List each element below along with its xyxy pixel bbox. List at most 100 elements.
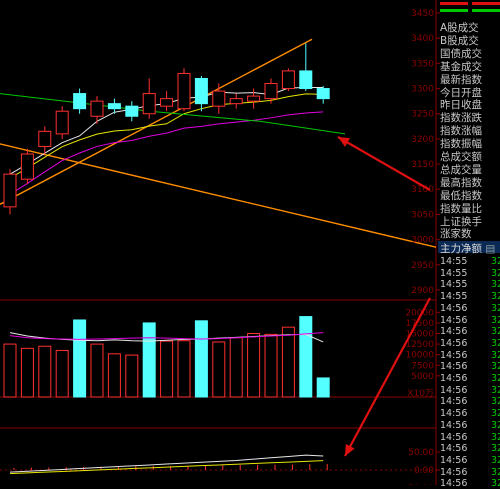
volume-bar-down xyxy=(194,320,208,398)
tick-value: 32 xyxy=(491,314,500,326)
status-bar-green-left xyxy=(440,9,468,12)
candle-up xyxy=(160,98,174,107)
kline-chart-canvas[interactable]: 3450340033503300325032003150310030503000… xyxy=(0,0,500,485)
tick-value: 32 xyxy=(491,384,500,396)
candle-down xyxy=(194,77,208,105)
candle-up xyxy=(264,83,278,100)
tick-value: 32 xyxy=(491,466,500,478)
price-tick-label: 3450 xyxy=(411,9,434,19)
volume-bar-up xyxy=(229,337,243,398)
candle-up xyxy=(247,95,261,102)
tick-value: 32 xyxy=(491,302,500,314)
tick-time: 14:55 xyxy=(440,279,468,291)
tick-value: 32 xyxy=(491,337,500,349)
volume-tick-label: 7500 xyxy=(411,361,434,371)
volume-bar-up xyxy=(107,353,121,398)
volume-bar-up xyxy=(177,340,191,398)
volume-bar-up xyxy=(38,345,52,398)
price-tick-label: 3000 xyxy=(411,236,434,246)
volume-bar-up xyxy=(20,347,34,398)
sidebar-item: 涨家数 xyxy=(440,228,472,241)
tick-value: 32 xyxy=(491,431,500,443)
tick-time: 14:56 xyxy=(440,478,468,489)
volume-bar-up xyxy=(55,349,69,398)
tick-value: 32 xyxy=(491,326,500,338)
tick-time: 14:56 xyxy=(440,408,468,420)
tick-time: 14:56 xyxy=(440,314,468,326)
candle-up xyxy=(20,153,34,180)
macd-dea-line xyxy=(9,460,324,475)
tick-time: 14:56 xyxy=(440,396,468,408)
volume-bar-down xyxy=(73,319,87,398)
volume-bar-down xyxy=(316,377,330,398)
volume-tick-label: 17500 xyxy=(405,319,434,329)
tick-time: 14:56 xyxy=(440,431,468,443)
tick-time: 14:56 xyxy=(440,361,468,373)
volume-bar-up xyxy=(90,343,104,398)
volume-bar-up xyxy=(160,340,174,398)
price-tick-label: 2900 xyxy=(411,286,434,296)
menu-icon: ▤ xyxy=(485,243,496,255)
volume-bars xyxy=(3,316,330,398)
tick-value: 32 xyxy=(491,256,500,267)
tick-time: 14:56 xyxy=(440,443,468,455)
tick-value: 32 xyxy=(491,349,500,361)
candle-down xyxy=(107,103,121,110)
volume-unit-label: X10万 xyxy=(407,389,434,399)
tick-time: 14:55 xyxy=(440,256,468,267)
price-tick-label: 3150 xyxy=(411,160,434,170)
tick-value: 32 xyxy=(491,419,500,431)
tick-value: 32 xyxy=(491,279,500,291)
price-tick-label: 3400 xyxy=(411,34,434,44)
tick-value: 32 xyxy=(491,267,500,279)
volume-bar-down xyxy=(299,316,313,398)
tick-value: 32 xyxy=(491,443,500,455)
volume-tick-label: 10000 xyxy=(405,351,434,361)
macd-indicator xyxy=(9,454,328,475)
tick-time: 14:56 xyxy=(440,337,468,349)
tick-time: 14:56 xyxy=(440,454,468,466)
tick-value: 32 xyxy=(491,408,500,420)
status-bar-red-right xyxy=(472,2,500,5)
candle-up xyxy=(55,110,69,135)
candle-down xyxy=(125,105,139,117)
tick-time: 14:56 xyxy=(440,384,468,396)
candlestick-series xyxy=(3,43,330,215)
main-flow-header[interactable]: 主力净额 ▤ xyxy=(438,241,500,255)
candle-down xyxy=(73,93,87,110)
price-tick-label: 2950 xyxy=(411,261,434,271)
tick-value: 32 xyxy=(491,454,500,466)
volume-bar-up xyxy=(247,333,261,398)
volume-bar-down xyxy=(142,322,156,398)
candle-up xyxy=(177,72,191,110)
price-tick-label: 3050 xyxy=(411,210,434,220)
price-tick-label: 3300 xyxy=(411,85,434,95)
main-flow-label: 主力净额 xyxy=(440,243,482,255)
candle-up xyxy=(281,70,295,90)
tick-value: 32 xyxy=(491,291,500,303)
price-tick-label: 3200 xyxy=(411,135,434,145)
volume-bar-up xyxy=(264,333,278,398)
tick-time: 14:55 xyxy=(440,291,468,303)
candle-down xyxy=(316,88,330,100)
tick-value: 32 xyxy=(491,373,500,384)
volume-axis: 200001750015000125001000075005000X10万 xyxy=(405,308,440,399)
volume-bar-up xyxy=(281,326,295,398)
tick-time: 14:56 xyxy=(440,302,468,314)
volume-bar-up xyxy=(212,341,226,398)
candle-up xyxy=(38,130,52,147)
volume-bar-up xyxy=(125,354,139,398)
candle-up xyxy=(90,100,104,117)
status-bar-green-right xyxy=(472,9,500,12)
candle-up xyxy=(142,93,156,115)
tick-time: 14:55 xyxy=(440,267,468,279)
tick-time: 14:56 xyxy=(440,326,468,338)
tick-value: 32 xyxy=(491,361,500,373)
macd-tick-label: 50.00 xyxy=(408,448,434,458)
price-tick-label: 3250 xyxy=(411,110,434,120)
volume-bar-up xyxy=(3,343,17,398)
tick-time: 14:56 xyxy=(440,466,468,478)
tick-time: 14:56 xyxy=(440,419,468,431)
volume-tick-label: 5000 xyxy=(411,372,434,382)
volume-tick-label: 12500 xyxy=(405,340,434,350)
